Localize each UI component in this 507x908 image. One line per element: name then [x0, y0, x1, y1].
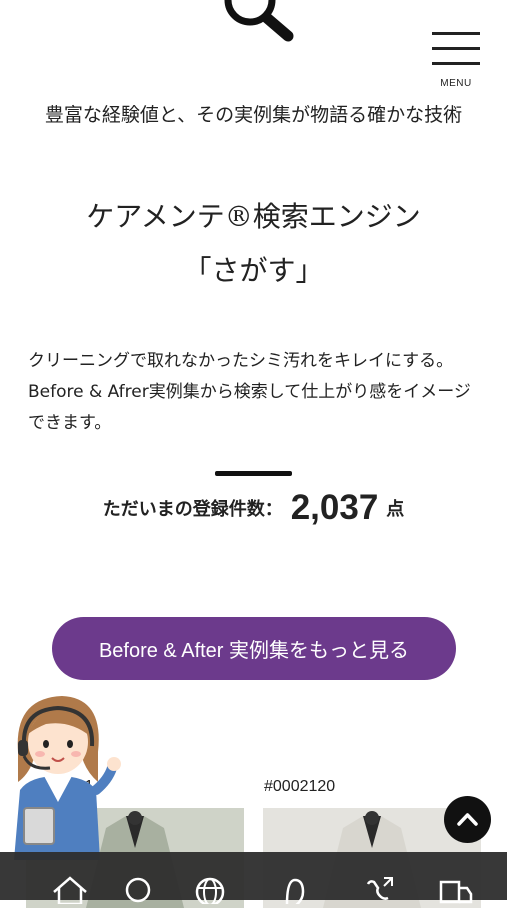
bottom-nav [0, 852, 507, 904]
nav-globe[interactable] [170, 852, 240, 904]
description-text: クリーニングで取れなかったシミ汚れをキレイにする。 Before & Afrer… [28, 351, 471, 433]
menu-button[interactable]: MENU [428, 28, 484, 92]
tagline: 豊富な経験値と、その実例集が物語る確かな技術 [44, 104, 463, 126]
view-more-cases-button[interactable]: Before & After 実例集をもっと見る [52, 617, 456, 680]
menu-bar [432, 32, 480, 35]
magnifier-logo-icon[interactable] [210, 0, 300, 54]
section-divider [215, 471, 292, 476]
nav-home[interactable] [30, 852, 100, 904]
registered-count: ただいまの登録件数： 2,037 点 [0, 488, 507, 528]
nav-delivery[interactable] [415, 852, 485, 904]
nav-phone[interactable] [340, 852, 410, 900]
count-prefix: ただいまの登録件数： [102, 499, 283, 520]
case-id: #0002120 [264, 778, 336, 795]
nav-search[interactable] [100, 852, 170, 903]
menu-bar [432, 62, 480, 65]
nav-location[interactable] [255, 852, 325, 904]
scroll-to-top-button[interactable] [444, 796, 491, 843]
count-unit: 点 [386, 499, 405, 520]
menu-label: MENU [440, 78, 472, 89]
support-mascot-illustration[interactable] [0, 690, 130, 860]
menu-bar [432, 47, 480, 50]
hero-title-line2: 「さがす」 [183, 254, 324, 287]
count-value: 2,037 [290, 488, 379, 527]
hero-title: ケアメンテ®検索エンジン 「さがす」 [0, 190, 507, 298]
chevron-up-icon [457, 813, 478, 826]
hero-title-line1: ケアメンテ®検索エンジン [86, 200, 421, 233]
